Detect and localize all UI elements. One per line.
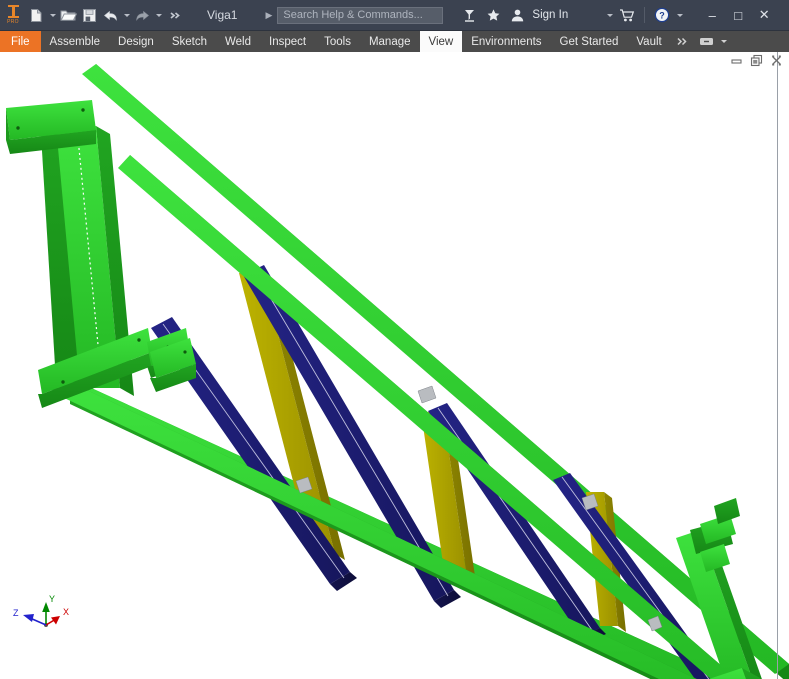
inventor-application-window: PRO Viga1 ▶ Search Help & Commands... Si…	[0, 0, 789, 679]
tab-vault[interactable]: Vault	[627, 31, 670, 52]
document-title: Viga1	[207, 8, 238, 22]
shopping-cart-icon[interactable]	[615, 3, 639, 27]
tab-design[interactable]: Design	[109, 31, 163, 52]
tab-file[interactable]: File	[0, 31, 41, 52]
redo-dropdown-caret[interactable]	[153, 4, 164, 26]
quick-access-toolbar	[26, 0, 185, 31]
triad-z-label: Z	[13, 608, 19, 618]
document-dropdown-arrow[interactable]: ▶	[265, 10, 272, 21]
ribbon-display-icon[interactable]	[694, 31, 719, 52]
doc-close-icon[interactable]	[770, 54, 783, 67]
logo-pro-text: PRO	[7, 19, 19, 25]
tab-tools[interactable]: Tools	[315, 31, 360, 52]
connector-tab-1	[417, 385, 437, 404]
tab-get-started[interactable]: Get Started	[551, 31, 628, 52]
viewport-right-border	[777, 52, 778, 679]
tab-view[interactable]: View	[419, 31, 463, 52]
person-icon[interactable]	[505, 3, 529, 27]
axis-triad-indicator[interactable]: Y X Z	[8, 590, 88, 645]
triad-y-label: Y	[49, 594, 55, 604]
inventor-pro-logo[interactable]: PRO	[0, 0, 26, 31]
tab-assemble[interactable]: Assemble	[41, 31, 110, 52]
document-window-controls	[725, 52, 787, 69]
tab-sketch[interactable]: Sketch	[163, 31, 216, 52]
ribbon-tab-bar: File Assemble Design Sketch Weld Inspect…	[0, 31, 789, 52]
tab-environments[interactable]: Environments	[462, 31, 550, 52]
undo-dropdown-caret[interactable]	[121, 4, 132, 26]
star-icon[interactable]	[481, 3, 505, 27]
undo-arrow-icon[interactable]	[100, 4, 121, 26]
window-minimize-button[interactable]: –	[699, 0, 725, 31]
notification-tray-icon[interactable]	[457, 3, 481, 27]
help-question-icon[interactable]: ?	[650, 3, 674, 27]
search-placeholder: Search Help & Commands...	[283, 9, 423, 21]
triad-x-axis: X	[45, 607, 69, 626]
cart-dropdown-caret[interactable]	[604, 4, 615, 26]
doc-restore-icon[interactable]	[750, 54, 763, 67]
triad-x-label: X	[63, 607, 69, 617]
triad-z-axis: Z	[13, 608, 47, 626]
tab-weld[interactable]: Weld	[216, 31, 260, 52]
window-maximize-button[interactable]: □	[725, 0, 751, 31]
ribbon-display-caret-icon[interactable]	[719, 31, 733, 52]
ribbon-overflow-chevrons-icon[interactable]	[671, 31, 694, 52]
tab-manage[interactable]: Manage	[360, 31, 420, 52]
save-disk-icon[interactable]	[79, 4, 100, 26]
new-document-dropdown-caret[interactable]	[47, 4, 58, 26]
open-folder-icon[interactable]	[58, 4, 79, 26]
search-input[interactable]: Search Help & Commands...	[277, 6, 444, 24]
help-dropdown-caret[interactable]	[674, 4, 685, 26]
window-close-button[interactable]: ✕	[751, 0, 777, 31]
graphics-viewport[interactable]	[0, 52, 789, 679]
doc-minimize-icon[interactable]	[730, 54, 743, 67]
truss-model-3d	[6, 64, 789, 679]
tab-inspect[interactable]: Inspect	[260, 31, 315, 52]
title-bar: PRO Viga1 ▶ Search Help & Commands... Si…	[0, 0, 789, 31]
redo-arrow-icon[interactable]	[132, 4, 153, 26]
new-document-icon[interactable]	[26, 4, 47, 26]
sign-in-label[interactable]: Sign In	[532, 9, 568, 21]
svg-text:?: ?	[659, 11, 665, 21]
more-chevrons-icon[interactable]	[164, 4, 185, 26]
right-edge-stub-2	[714, 498, 740, 524]
